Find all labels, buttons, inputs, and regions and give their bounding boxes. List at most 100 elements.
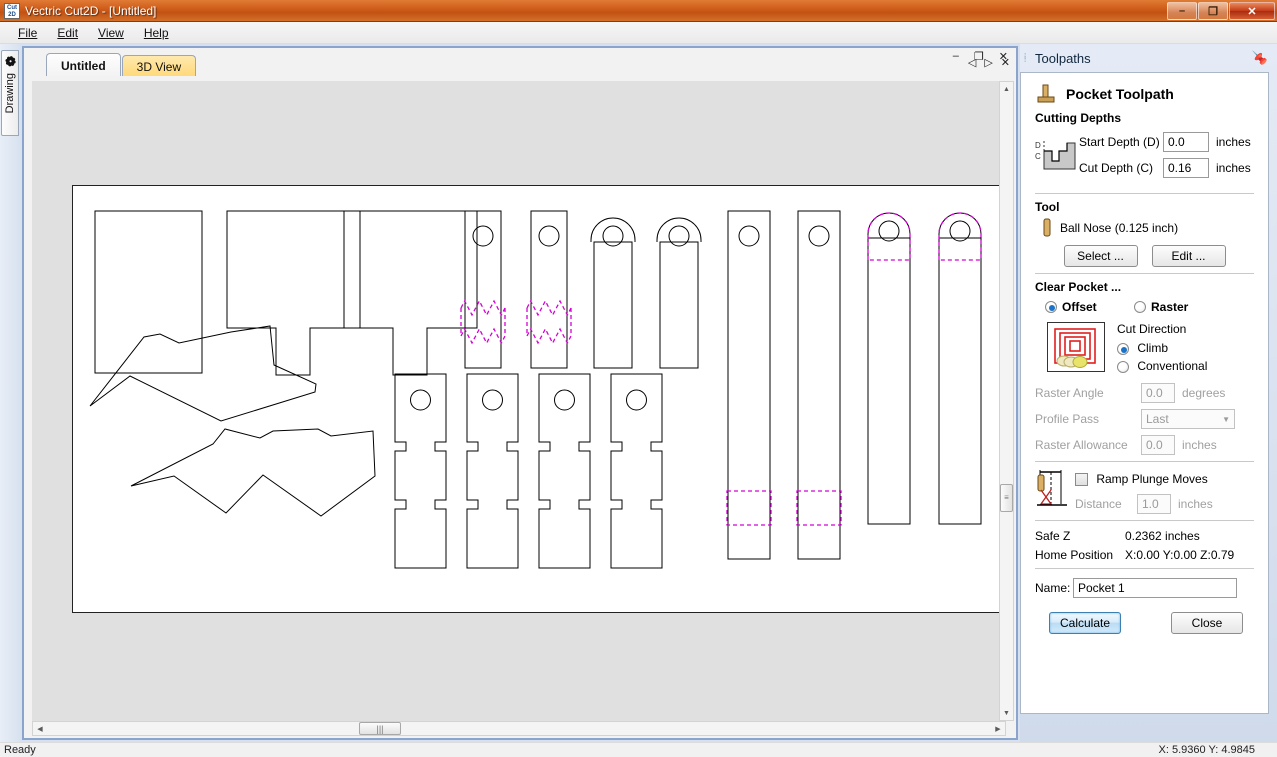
scroll-up-icon[interactable]: ▲ — [1000, 82, 1013, 96]
long-strip-1-hole — [738, 225, 760, 247]
divider-5 — [1035, 568, 1254, 570]
name-label: Name: — [1035, 581, 1071, 596]
dogbone-3 — [538, 373, 591, 569]
vertical-scroll-thumb[interactable]: ≡ — [1000, 484, 1013, 512]
scroll-down-icon[interactable]: ▼ — [1000, 706, 1013, 720]
close-button[interactable]: Close — [1171, 612, 1243, 635]
cut-depth-row: Cut Depth (C) 0.16 inches — [1079, 155, 1267, 181]
drawing-canvas[interactable] — [32, 81, 1006, 721]
raster-allowance-units: inches — [1182, 438, 1217, 452]
cutting-depths-section-label: Cutting Depths — [1035, 111, 1121, 125]
application-window: Cut 2D Vectric Cut2D - [Untitled] – ❐ ✕ F… — [0, 0, 1277, 757]
cut-depth-units: inches — [1216, 161, 1251, 175]
chevron-down-icon: ▼ — [1222, 414, 1230, 424]
tool-row: Ball Nose (0.125 inch) — [1021, 214, 1268, 238]
tab-untitled[interactable]: Untitled — [46, 53, 121, 76]
scroll-right-icon[interactable]: ▶ — [991, 722, 1005, 735]
long-strip-1-pocket — [726, 490, 772, 526]
strip-zigzag-2-zigzag-top — [526, 299, 572, 317]
home-position-row: Home Position X:0.00 Y:0.00 Z:0.79 — [1021, 543, 1268, 562]
mdi-restore-button[interactable]: ❐ — [970, 50, 988, 63]
clear-pocket-section-label: Clear Pocket ... — [1035, 280, 1122, 294]
mdi-child-buttons: – ❐ ✕ — [949, 50, 1012, 63]
strip-zigzag-1-hole — [472, 225, 494, 247]
tab-3d-view-label: 3D View — [136, 60, 182, 74]
dogbone-4 — [610, 373, 663, 569]
pin-icon[interactable]: 📌 — [1251, 50, 1267, 66]
raster-angle-input[interactable]: 0.0 — [1141, 383, 1175, 403]
endmill-icon — [1043, 218, 1051, 237]
ramp-plunge-checkbox[interactable] — [1075, 473, 1088, 487]
app-icon: Cut 2D — [4, 2, 20, 19]
cut-depth-label: Cut Depth (C) — [1079, 161, 1154, 175]
strip-zigzag-1-zigzag-bottom — [460, 327, 506, 345]
start-depth-input[interactable]: 0.0 — [1163, 132, 1209, 152]
conventional-row[interactable]: Conventional — [1117, 359, 1207, 373]
menu-item-help[interactable]: Help — [134, 23, 179, 43]
ramp-distance-units: inches — [1178, 497, 1213, 512]
svg-text:D: D — [1035, 141, 1041, 150]
safe-z-label: Safe Z — [1035, 529, 1071, 544]
raster-allowance-input[interactable]: 0.0 — [1141, 435, 1175, 455]
scroll-left-icon[interactable]: ◀ — [33, 722, 47, 735]
window-buttons: – ❐ ✕ — [1167, 2, 1275, 20]
window-close-button[interactable]: ✕ — [1229, 2, 1275, 20]
canvas-horizontal-scrollbar[interactable]: ◀ ||| ▶ — [32, 721, 1006, 736]
divider-3 — [1035, 461, 1254, 462]
profile-pass-select[interactable]: Last ▼ — [1141, 409, 1235, 429]
raster-angle-label: Raster Angle — [1035, 386, 1104, 400]
mdi-close-button[interactable]: ✕ — [995, 50, 1012, 63]
scroll-thumb-grip: ≡ — [1004, 493, 1009, 502]
tab-3d-view[interactable]: 3D View — [121, 55, 197, 76]
form-title: Pocket Toolpath — [1066, 86, 1174, 102]
start-depth-units: inches — [1216, 135, 1251, 149]
home-position-label: Home Position — [1035, 548, 1114, 563]
canvas-vertical-scrollbar[interactable]: ▲ ≡ ▼ — [999, 81, 1014, 721]
toolpath-name-input[interactable]: Pocket 1 — [1073, 578, 1237, 599]
window-minimize-button[interactable]: – — [1167, 2, 1197, 20]
raster-radio[interactable] — [1134, 301, 1146, 313]
divider-4 — [1035, 520, 1254, 522]
climb-row[interactable]: Climb — [1117, 341, 1207, 355]
menu-bar: File Edit View Help — [0, 22, 1277, 44]
horizontal-scroll-thumb[interactable]: ||| — [359, 722, 401, 735]
strip-zigzag-2-hole — [538, 225, 560, 247]
conventional-radio[interactable] — [1117, 360, 1129, 373]
edit-tool-button[interactable]: Edit ... — [1151, 245, 1226, 267]
menu-item-file[interactable]: File — [8, 23, 47, 43]
dogbone-2-hole — [482, 389, 503, 411]
climb-radio[interactable] — [1117, 342, 1129, 355]
drawing-tab[interactable]: ❁ Drawing — [1, 50, 19, 136]
offset-radio[interactable] — [1045, 301, 1057, 313]
ramp-distance-input[interactable]: 1.0 — [1137, 494, 1171, 515]
document-window: Untitled 3D View ◁ ▷ ✕ ▲ ≡ ▼ ◀ ||| ▶ – ❐… — [22, 46, 1018, 740]
ramp-distance-label: Distance — [1075, 497, 1122, 512]
long-round-top-2-pocket — [938, 212, 982, 261]
window-title: Vectric Cut2D - [Untitled] — [25, 3, 157, 18]
ramp-plunge-label: Ramp Plunge Moves — [1096, 472, 1208, 486]
cut-depth-input[interactable]: 0.16 — [1163, 158, 1209, 178]
menu-item-view[interactable]: View — [88, 23, 134, 43]
strip-zigzag-1 — [464, 210, 502, 369]
toolpaths-dock: ⁞ ⁞ Toolpaths 📌 Pocket Toolpath Cutting D… — [1020, 44, 1277, 749]
offset-pocket-preview-icon — [1047, 322, 1105, 372]
profile-pass-value: Last — [1146, 412, 1169, 426]
profile-pass-row: Profile Pass Last ▼ — [1021, 403, 1268, 429]
raster-allowance-row: Raster Allowance 0.0 inches — [1021, 429, 1268, 455]
mdi-minimize-button[interactable]: – — [949, 50, 963, 63]
strip-zigzag-2 — [530, 210, 568, 369]
window-maximize-button[interactable]: ❐ — [1198, 2, 1228, 20]
dogbone-1-hole — [410, 389, 431, 411]
raster-allowance-label: Raster Allowance — [1035, 438, 1128, 452]
select-tool-button[interactable]: Select ... — [1063, 245, 1138, 267]
dogbone-1 — [394, 373, 447, 569]
status-message: Ready — [4, 744, 36, 756]
menu-item-edit[interactable]: Edit — [47, 23, 88, 43]
calculate-button[interactable]: Calculate — [1049, 612, 1121, 635]
ramp-checkbox-row[interactable]: Ramp Plunge Moves — [1075, 472, 1213, 487]
panel-grip-icon: ⁞ ⁞ — [1024, 52, 1027, 64]
ramp-distance-row: Distance 1.0 inches — [1075, 494, 1213, 515]
cut-direction-label: Cut Direction — [1117, 322, 1187, 336]
long-round-top-2-cap — [938, 212, 982, 238]
ramp-group: Ramp Plunge Moves Distance 1.0 inches — [1021, 468, 1268, 515]
